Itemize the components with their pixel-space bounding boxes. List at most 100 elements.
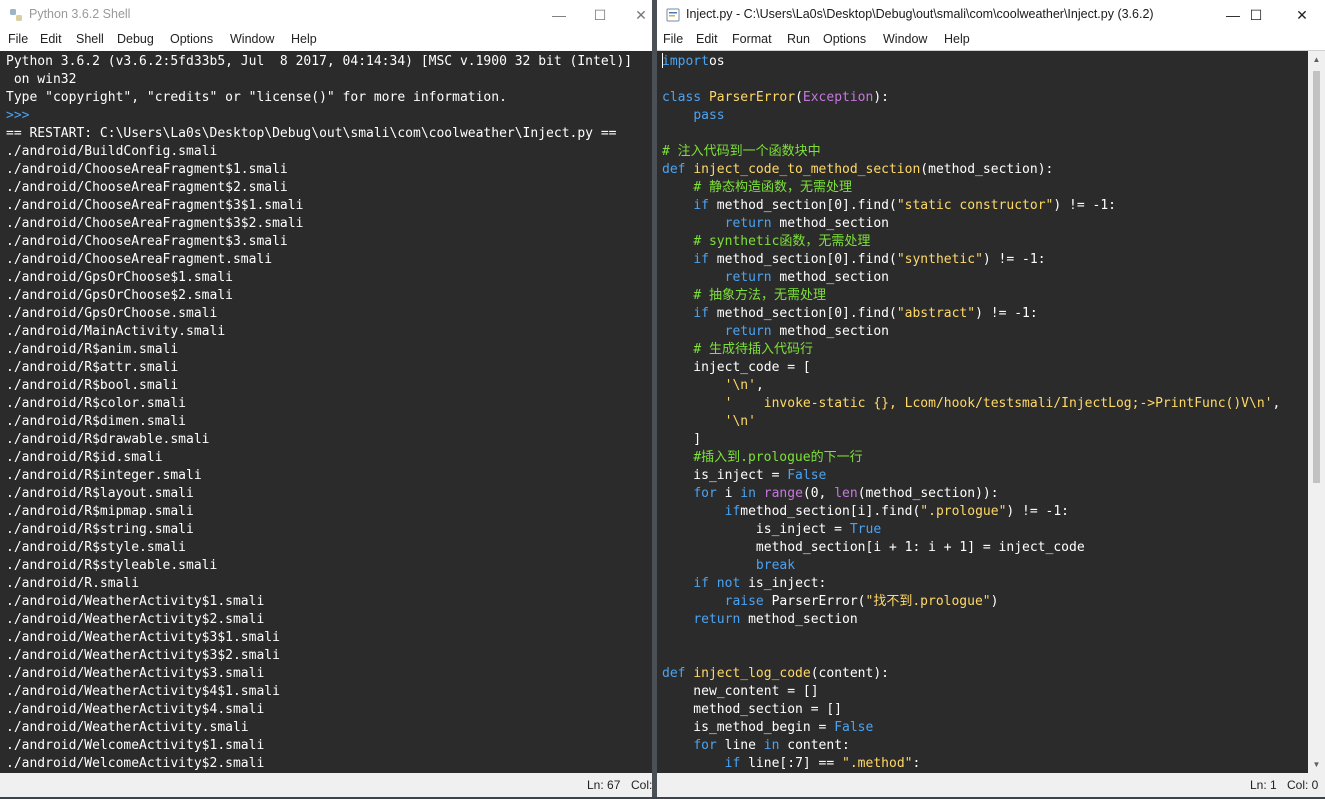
minimize-button[interactable]: — (536, 0, 582, 30)
menu-run[interactable]: Run (787, 32, 810, 46)
shell-output-line: ./android/GpsOrChoose$1.smali (6, 270, 233, 285)
code-line: if method_section[0].find("synthetic") !… (662, 251, 1308, 269)
code-token: ) != -1: (1053, 198, 1116, 213)
scroll-up-icon[interactable]: ▲ (1308, 51, 1325, 68)
code-token: "abstract" (896, 306, 976, 321)
shell-output-line: ./android/WelcomeActivity$2.smali (6, 756, 265, 771)
editor-titlebar[interactable]: Inject.py - C:\Users\La0s\Desktop\Debug\… (657, 0, 1325, 30)
code-token: method_section[0].find( (708, 306, 897, 321)
code-token: method_section[0].find( (708, 252, 897, 267)
code-token: line (716, 738, 764, 753)
code-line: if not is_inject: (662, 575, 1308, 593)
close-button[interactable]: ✕ (1279, 0, 1325, 30)
shell-prompt: >>> (6, 108, 38, 123)
close-icon: ✕ (635, 7, 647, 23)
shell-banner-line: Type "copyright", "credits" or "license(… (6, 90, 507, 105)
code-token: (content): (810, 666, 889, 681)
shell-output-line: ./android/ChooseAreaFragment$3.smali (6, 234, 288, 249)
code-token: '\n' (724, 414, 756, 429)
code-token: method_section = [] (662, 702, 843, 717)
code-line: # 生成待插入代码行 (662, 341, 1308, 359)
menu-format[interactable]: Format (732, 32, 772, 46)
code-token: if (693, 252, 709, 267)
code-line: for i in range(0, len(method_section)): (662, 485, 1308, 503)
shell-output-line: ./android/R$dimen.smali (6, 414, 187, 429)
code-line: inject_code = [ (662, 359, 1308, 377)
code-line: # 注入代码到一个函数块中 (662, 143, 1308, 161)
shell-output-line: ./android/R$integer.smali (6, 468, 202, 483)
maximize-button[interactable]: ☐ (1233, 0, 1279, 30)
shell-column-number: Col: (631, 778, 652, 792)
shell-output-line: ./android/WeatherActivity$3.smali (6, 666, 265, 681)
menu-help[interactable]: Help (291, 32, 317, 46)
menu-help[interactable]: Help (944, 32, 970, 46)
code-token: method_section (740, 612, 858, 627)
maximize-button[interactable]: ☐ (577, 0, 623, 30)
shell-titlebar[interactable]: Python 3.6.2 Shell — ☐ ✕ (0, 0, 652, 30)
menu-debug[interactable]: Debug (117, 32, 154, 46)
code-token: i (716, 486, 741, 501)
code-line: def inject_log_code(content): (662, 665, 1308, 683)
code-token: # 静态构造函数，无需处理 (693, 180, 852, 195)
scrollbar-thumb[interactable] (1313, 71, 1320, 483)
code-token: , (1272, 396, 1281, 411)
code-editor[interactable]: importos class ParserError(Exception): pa… (657, 51, 1308, 773)
code-token: # 抽象方法，无需处理 (693, 288, 826, 303)
code-token: #插入到.prologue的下一行 (693, 450, 863, 465)
shell-output-line: ./android/BuildConfig.smali (6, 144, 218, 159)
menu-file[interactable]: File (8, 32, 28, 46)
menu-edit[interactable]: Edit (696, 32, 718, 46)
code-token: line[:7] == (740, 756, 843, 771)
shell-output-line: ./android/ChooseAreaFragment.smali (6, 252, 273, 267)
code-line: if method_section[0].find("abstract") !=… (662, 305, 1308, 323)
shell-output-line: ./android/WeatherActivity$2.smali (6, 612, 265, 627)
editor-menubar: File Edit Format Run Options Window Help (657, 30, 1325, 51)
shell-output-line: ./android/WeatherActivity$3$1.smali (6, 630, 280, 645)
menu-window[interactable]: Window (230, 32, 274, 46)
shell-output-line: ./android/R$string.smali (6, 522, 194, 537)
menu-options[interactable]: Options (823, 32, 866, 46)
shell-output-line: ./android/WeatherActivity$1.smali (6, 594, 265, 609)
menu-options[interactable]: Options (170, 32, 213, 46)
shell-output-line: ./android/ChooseAreaFragment$2.smali (6, 180, 288, 195)
close-button[interactable]: ✕ (618, 0, 652, 30)
shell-output-line: ./android/WeatherActivity$4$1.smali (6, 684, 280, 699)
minimize-icon: — (552, 7, 566, 23)
menu-window[interactable]: Window (883, 32, 927, 46)
code-token: '\n' (724, 378, 756, 393)
code-token: ' invoke-static {}, Lcom/hook/testsmali/… (724, 396, 1273, 411)
shell-output-line: ./android/R$attr.smali (6, 360, 179, 375)
code-token: method_section[0].find( (708, 198, 897, 213)
shell-output-line: ./android/WeatherActivity$4.smali (6, 702, 265, 717)
editor-vertical-scrollbar[interactable]: ▲ ▼ (1308, 51, 1325, 773)
code-line: # synthetic函数，无需处理 (662, 233, 1308, 251)
code-token: method_section (771, 216, 889, 231)
shell-output-line: ./android/R$layout.smali (6, 486, 194, 501)
shell-output-area[interactable]: Python 3.6.2 (v3.6.2:5fd33b5, Jul 8 2017… (0, 51, 652, 773)
shell-banner-line: Python 3.6.2 (v3.6.2:5fd33b5, Jul 8 2017… (6, 54, 633, 69)
menu-file[interactable]: File (663, 32, 683, 46)
code-token: ) (990, 594, 999, 609)
code-token: : (912, 756, 921, 771)
shell-banner-line: on win32 (6, 72, 77, 87)
menu-edit[interactable]: Edit (40, 32, 62, 46)
shell-output-line: ./android/ChooseAreaFragment$3$1.smali (6, 198, 304, 213)
scroll-down-icon[interactable]: ▼ (1308, 756, 1325, 773)
code-token: for (693, 486, 717, 501)
editor-window-title: Inject.py - C:\Users\La0s\Desktop\Debug\… (686, 7, 1154, 21)
code-line: for line in content: (662, 737, 1308, 755)
menu-shell[interactable]: Shell (76, 32, 104, 46)
code-token: new_content = [] (662, 684, 819, 699)
code-token: ( (795, 90, 803, 105)
shell-output-line: ./android/R$bool.smali (6, 378, 179, 393)
